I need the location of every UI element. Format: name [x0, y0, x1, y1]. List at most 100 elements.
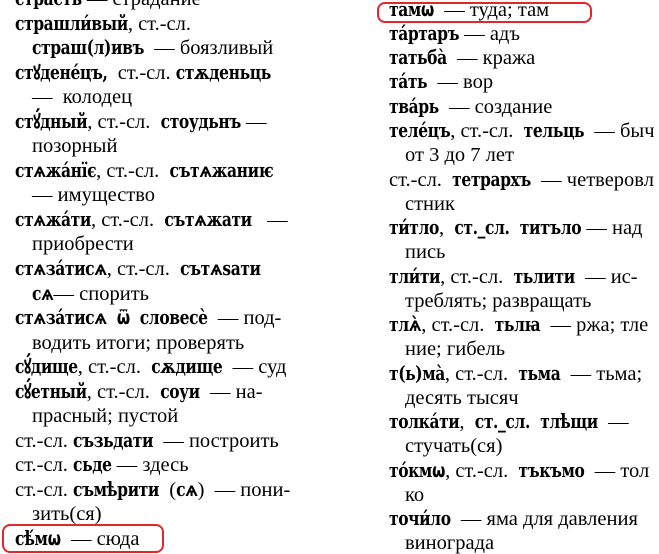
- church-slavonic-text: тли́ти: [389, 263, 441, 288]
- russian-text: — суд: [222, 356, 287, 379]
- entry-line: татьба̀ — кража: [389, 45, 659, 70]
- right-column: тамѡ — туда; там та́ртаръ — адъ татьба̀ — …: [377, 0, 659, 554]
- continuation-line: зить(ся): [15, 502, 355, 527]
- russian-text: [510, 217, 520, 239]
- russian-text: [530, 411, 540, 433]
- russian-text: — тол: [584, 459, 650, 482]
- russian-text: ние; гибель: [405, 338, 506, 361]
- entry-line: ст.-сл. съзьдати — построить: [15, 428, 355, 454]
- russian-text: — ис-: [574, 265, 638, 288]
- russian-text: , ст.-сл.: [77, 356, 152, 379]
- church-slavonic-text: тлѣщи: [540, 409, 598, 434]
- russian-text: , ст.-сл.: [96, 159, 170, 182]
- entry-line: сꙋ́етный, ст.-сл. соуи — на-: [15, 379, 355, 405]
- russian-text: — вор: [427, 71, 494, 94]
- russian-text: ст.-сл.: [15, 454, 74, 477]
- entry-line: стꙋ́дный, ст.-сл. стоудьнъ —: [15, 109, 355, 135]
- entry-line: то́кмѡ, ст.-сл. тъкъмо — тол: [389, 458, 659, 483]
- russian-text: , ст.-сл.: [440, 265, 514, 288]
- church-slavonic-text: т(ь)ма̀: [389, 360, 445, 385]
- russian-text: зить(ся): [32, 503, 102, 526]
- russian-text: ст.-сл.: [389, 168, 453, 191]
- russian-text: — кража: [446, 47, 536, 70]
- church-slavonic-text: тъкъмо: [518, 457, 585, 482]
- russian-text: —: [240, 110, 267, 133]
- entry-line: сѣ́мѡ — сюда: [2, 523, 355, 553]
- church-slavonic-text: стѧжа́ти: [15, 206, 91, 231]
- church-slavonic-text: стоудьнъ: [160, 108, 242, 133]
- russian-text: — четверовл: [530, 168, 654, 191]
- russian-text: , ст.-сл.: [90, 208, 165, 231]
- russian-text: — над: [581, 217, 643, 240]
- entry-line: стѧжа́нїє, ст.-сл. сътѧжаниѥ: [15, 158, 355, 184]
- church-slavonic-text: сътѧжаниѥ: [169, 157, 274, 182]
- church-slavonic-text: точи́ло: [389, 506, 451, 531]
- russian-text: — создание: [438, 95, 553, 118]
- church-slavonic-text: тетрархъ: [452, 166, 531, 191]
- church-slavonic-text: сътѧѕати: [180, 256, 261, 280]
- entry-line: тлѧ̀, ст.-сл. тьлꙗ — ржа; тле: [389, 312, 659, 337]
- russian-text: , ст.-сл.: [444, 362, 519, 385]
- church-slavonic-text: стѧза́тисѧ ѿ словесѐ: [15, 305, 208, 329]
- church-slavonic-text: стѫденьць: [175, 59, 272, 84]
- russian-text: — построить: [153, 429, 279, 452]
- entry-line: теле́цъ, ст.-сл. тельць — быч: [389, 118, 659, 143]
- russian-text: , ст.-сл.: [127, 12, 191, 35]
- church-slavonic-text: тьлити: [513, 263, 576, 288]
- russian-text: десять тысяч: [405, 386, 519, 409]
- russian-text: — сюда: [60, 527, 140, 550]
- russian-text: — боязливый: [143, 37, 274, 60]
- russian-text: винограда: [405, 532, 495, 554]
- russian-text: — спорить: [53, 282, 150, 305]
- russian-text: — яма для давления: [450, 508, 638, 531]
- russian-text: , ст.-сл.: [87, 110, 161, 133]
- russian-text: , ст.-сл.: [421, 314, 495, 337]
- church-slavonic-text: ст._сл.: [454, 215, 510, 239]
- russian-text: стник: [405, 192, 455, 215]
- russian-text: — колодец: [32, 86, 133, 109]
- russian-text: , ст.-сл.: [106, 257, 181, 280]
- church-slavonic-text: стѧжа́нїє: [15, 157, 97, 182]
- church-slavonic-text: соуи: [160, 378, 200, 403]
- russian-text: ) — пони-: [197, 478, 291, 501]
- continuation-line: винограда: [389, 531, 659, 554]
- church-slavonic-text: стꙋ́дный: [15, 108, 88, 133]
- russian-text: ст.-сл.: [15, 478, 74, 501]
- russian-text: стучать(ся): [405, 435, 503, 458]
- entry-line: т(ь)ма̀, ст.-сл. тьма — тьма;: [389, 361, 659, 386]
- entry-line: ст.-сл. съмѣрити (сѧ) — пони-: [15, 477, 355, 503]
- church-slavonic-text: толка́ти: [389, 409, 460, 434]
- entry-line: ти́тло, ст._сл. титъло — над: [389, 215, 659, 240]
- russian-text: водить итоги; проверять: [32, 331, 245, 354]
- russian-text: —: [597, 411, 629, 434]
- russian-text: ст.-сл.: [107, 61, 176, 84]
- russian-text: — тьма;: [560, 362, 643, 385]
- dictionary-page: страсть — страданиестрашли́вый, ст.-сл.с…: [0, 0, 659, 554]
- church-slavonic-text: стѧза́тисѧ: [15, 256, 107, 280]
- entry-line: стѧза́тисѧ, ст.-сл. сътѧѕати: [15, 256, 355, 282]
- russian-text: — на-: [199, 380, 263, 403]
- church-slavonic-text: тельць: [523, 118, 585, 142]
- entry-line: толка́ти, ст._сл. тлѣщи —: [389, 409, 659, 434]
- church-slavonic-text: сѣ́мѡ: [15, 526, 61, 550]
- russian-text: ст.-сл.: [15, 429, 74, 452]
- russian-text: —: [251, 208, 288, 231]
- church-slavonic-text: сꙋ́етный: [15, 378, 87, 403]
- church-slavonic-text: ст._сл.: [474, 409, 531, 434]
- russian-text: пись: [405, 241, 446, 264]
- church-slavonic-text: съмѣрити: [73, 476, 159, 501]
- russian-text: — здесь: [111, 454, 189, 477]
- russian-text: позорный: [32, 135, 118, 158]
- entry-line: ст.-сл. тетрархъ — четверовл: [389, 167, 659, 192]
- church-slavonic-text: тьлꙗ: [494, 312, 541, 336]
- russian-text: — быч: [584, 119, 655, 142]
- russian-text: — туда; там: [433, 0, 550, 21]
- russian-text: треблять; развращать: [405, 289, 592, 312]
- entry-line: стѧжа́ти, ст.-сл. сътѧжати —: [15, 207, 355, 233]
- church-slavonic-text: сътѧжати: [164, 206, 252, 231]
- russian-text: — имущество: [32, 184, 156, 207]
- left-column: страсть — страданиестрашли́вый, ст.-сл.с…: [2, 0, 355, 553]
- entry-line: стѧза́тисѧ ѿ словесѐ — под-: [15, 305, 355, 331]
- entry-line: тли́ти, ст.-сл. тьлити — ис-: [389, 264, 659, 289]
- russian-text: ,: [459, 411, 475, 434]
